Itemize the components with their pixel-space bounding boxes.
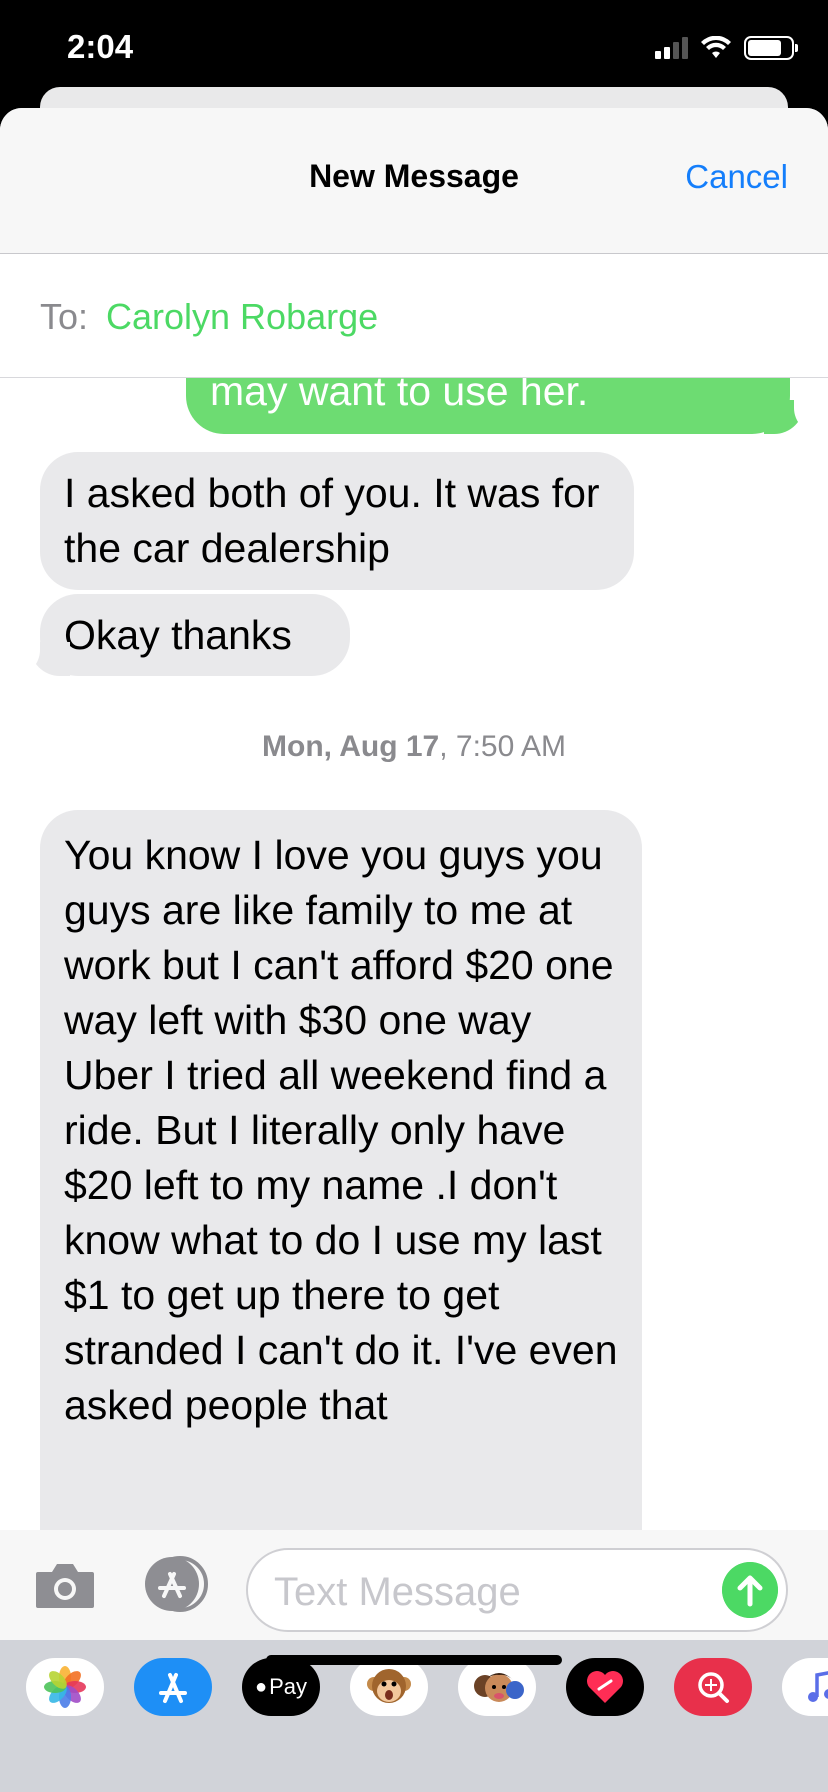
message-text: You know I love you guys you guys are li… — [64, 832, 618, 1428]
message-bubble-received[interactable]: Okay thanks — [40, 594, 350, 676]
timestamp-date: Mon, Aug 17 — [262, 730, 440, 763]
bubble-tail — [12, 636, 70, 676]
recipient-chip[interactable]: Carolyn Robarge — [106, 296, 378, 338]
digital-touch-app-icon[interactable] — [566, 1658, 644, 1716]
message-text: may want to use her. — [210, 378, 589, 414]
message-text: Okay thanks — [64, 612, 292, 658]
camera-icon[interactable] — [34, 1560, 96, 1610]
status-bar: 2:04 — [0, 0, 828, 100]
message-bubble-received[interactable]: You know I love you guys you guys are li… — [40, 810, 642, 1530]
nav-bar: New Message Cancel — [0, 108, 828, 254]
message-timestamp: Mon, Aug 17, 7:50 AM — [0, 730, 828, 764]
recipient-field[interactable]: To: Carolyn Robarge — [0, 254, 828, 378]
apple-pay-label: Pay — [269, 1674, 307, 1699]
cellular-signal-icon — [655, 37, 688, 59]
message-bubble-sent[interactable]: may want to use her. — [186, 378, 790, 434]
music-app-icon[interactable] — [782, 1658, 828, 1716]
apple-pay-app-icon[interactable]: ● Pay — [242, 1658, 320, 1716]
bubble-tail — [764, 394, 822, 434]
message-text: I asked both of you. It was for the car … — [64, 470, 600, 571]
new-message-sheet: New Message Cancel To: Carolyn Robarge m… — [0, 108, 828, 1792]
status-icons — [655, 36, 798, 60]
memoji-app-icon[interactable] — [458, 1658, 536, 1716]
images-search-app-icon[interactable] — [674, 1658, 752, 1716]
message-input-placeholder: Text Message — [274, 1570, 521, 1614]
app-store-app-icon[interactable] — [134, 1658, 212, 1716]
to-label: To: — [40, 296, 89, 337]
battery-icon — [744, 36, 798, 60]
message-bubble-received[interactable]: I asked both of you. It was for the car … — [40, 452, 634, 590]
status-time: 2:04 — [67, 28, 134, 65]
wifi-icon — [701, 36, 731, 58]
home-indicator[interactable] — [266, 1655, 562, 1665]
photos-app-icon[interactable] — [26, 1658, 104, 1716]
send-button[interactable] — [722, 1562, 778, 1618]
cancel-button[interactable]: Cancel — [685, 158, 788, 196]
animoji-app-icon[interactable] — [350, 1658, 428, 1716]
message-thread[interactable]: may want to use her. I asked both of you… — [0, 378, 828, 1530]
compose-bar: Text Message — [0, 1530, 828, 1640]
app-store-icon[interactable] — [140, 1554, 212, 1614]
timestamp-time: , 7:50 AM — [439, 730, 566, 763]
message-input[interactable]: Text Message — [246, 1548, 788, 1632]
